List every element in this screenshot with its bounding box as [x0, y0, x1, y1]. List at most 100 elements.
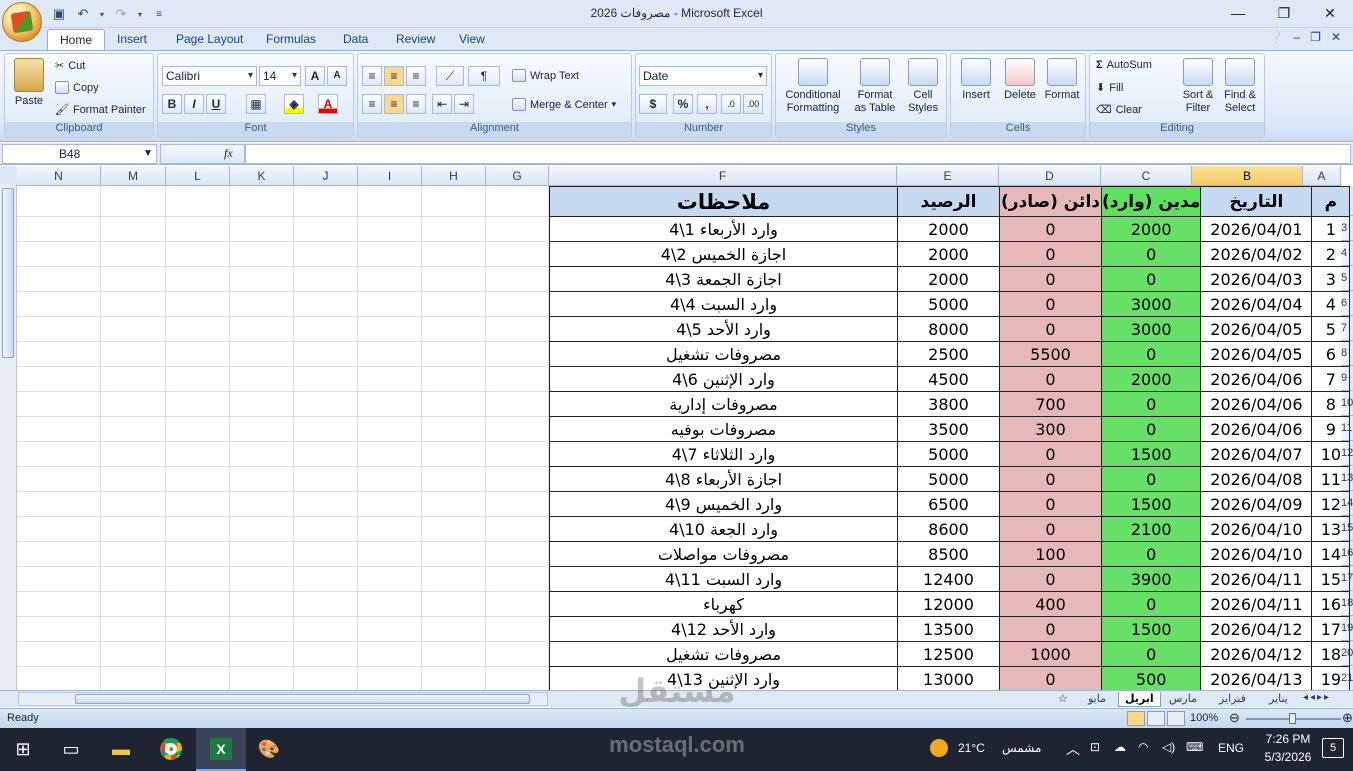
header-notes[interactable]: ملاحظات	[549, 186, 898, 217]
cell-balance[interactable]: 3800	[897, 391, 1000, 417]
zoom-in-icon[interactable]: ⊕	[1342, 710, 1353, 726]
cell-balance[interactable]: 13000	[897, 666, 1000, 691]
cell-notes[interactable]: كهرباء	[549, 591, 898, 617]
conditional-formatting-button[interactable]: Conditional Formatting	[778, 58, 848, 115]
format-cells-button[interactable]: Format	[1041, 58, 1083, 102]
cell-date[interactable]: 2026/04/03	[1200, 266, 1313, 292]
cell-credit[interactable]: 0	[999, 266, 1102, 292]
cell-debit[interactable]: 0	[1100, 466, 1202, 492]
cell-credit[interactable]: 0	[999, 616, 1102, 642]
cell-num[interactable]: 9	[1311, 416, 1351, 442]
cell-credit[interactable]: 700	[999, 391, 1102, 417]
cell-notes[interactable]: مصروفات تشغيل	[549, 341, 898, 367]
header-balance[interactable]: الرصيد	[897, 186, 1000, 217]
zoom-out-icon[interactable]: ⊖	[1229, 710, 1240, 726]
restore-button[interactable]: ❐	[1261, 0, 1307, 26]
cell-date[interactable]: 2026/04/11	[1200, 591, 1313, 617]
currency-button[interactable]: $	[639, 94, 667, 114]
cell-credit[interactable]: 400	[999, 591, 1102, 617]
cell-debit[interactable]: 500	[1100, 666, 1202, 691]
cell-credit[interactable]: 0	[999, 566, 1102, 592]
cell-balance[interactable]: 8000	[897, 316, 1000, 342]
cell-num[interactable]: 15	[1311, 566, 1351, 592]
decrease-decimal-icon[interactable]: .00	[743, 94, 763, 114]
cell-notes[interactable]: وارد الخميس 9\4	[549, 491, 898, 517]
cell-credit[interactable]: 0	[999, 516, 1102, 542]
normal-view-icon[interactable]	[1127, 711, 1145, 726]
format-as-table-button[interactable]: Format as Table	[848, 58, 902, 115]
notifications-badge[interactable]: 5	[1322, 738, 1344, 758]
cell-num[interactable]: 8	[1311, 391, 1351, 417]
cell-notes[interactable]: اجازة الخميس 2\4	[549, 241, 898, 267]
cell-balance[interactable]: 2500	[897, 341, 1000, 367]
cell-notes[interactable]: اجازة الجمعة 3\4	[549, 266, 898, 292]
comma-button[interactable]: ,	[697, 94, 717, 114]
cell-num[interactable]: 7	[1311, 366, 1351, 392]
column-header-f[interactable]: F	[549, 166, 897, 186]
column-header-j[interactable]: J	[294, 166, 358, 186]
cell-notes[interactable]: وارد الأحد 12\4	[549, 616, 898, 642]
cell-balance[interactable]: 5000	[897, 441, 1000, 467]
fill-color-icon[interactable]: ◈	[284, 94, 304, 114]
column-header-c[interactable]: C	[1101, 166, 1192, 186]
cell-debit[interactable]: 0	[1100, 266, 1202, 292]
delete-cells-button[interactable]: Delete	[999, 58, 1041, 102]
column-header-n[interactable]: N	[17, 166, 101, 186]
align-center-icon[interactable]: ≡	[384, 94, 404, 114]
task-view-icon[interactable]: ▭	[58, 736, 84, 762]
clock-time[interactable]: 7:26 PM	[1260, 732, 1316, 746]
format-painter-button[interactable]: 🖌 Format Painter	[55, 103, 146, 117]
sheet-tab-april[interactable]: ابريل	[1118, 692, 1161, 707]
weather-sun-icon[interactable]	[930, 739, 948, 757]
keyboard-icon[interactable]: ⌨	[1186, 740, 1203, 754]
minimize-button[interactable]: —	[1215, 0, 1261, 26]
tab-formulas[interactable]: Formulas	[254, 29, 328, 50]
cell-notes[interactable]: اجازة الأربعاء 8\4	[549, 466, 898, 492]
cell-balance[interactable]: 3500	[897, 416, 1000, 442]
cut-button[interactable]: ✂ Cut	[55, 59, 85, 73]
autosum-button[interactable]: Σ AutoSum	[1096, 59, 1152, 71]
cell-debit[interactable]: 0	[1100, 341, 1202, 367]
find-select-button[interactable]: Find & Select	[1218, 58, 1262, 115]
cell-date[interactable]: 2026/04/06	[1200, 366, 1313, 392]
volume-icon[interactable]: ◁)	[1162, 740, 1175, 754]
percent-button[interactable]: %	[673, 94, 693, 114]
italic-icon[interactable]: I	[184, 94, 204, 114]
help-icon[interactable]: ❔	[1269, 30, 1284, 44]
cell-debit[interactable]: 0	[1100, 391, 1202, 417]
horizontal-scroll-thumb[interactable]	[75, 694, 530, 704]
cell-balance[interactable]: 2000	[897, 216, 1000, 242]
cell-credit[interactable]: 0	[999, 241, 1102, 267]
column-header-i[interactable]: I	[358, 166, 422, 186]
page-layout-view-icon[interactable]	[1147, 711, 1165, 726]
close-button[interactable]: ✕	[1307, 0, 1353, 26]
cell-balance[interactable]: 12500	[897, 641, 1000, 667]
cell-date[interactable]: 2026/04/10	[1200, 516, 1313, 542]
cell-credit[interactable]: 0	[999, 441, 1102, 467]
column-header-d[interactable]: D	[999, 166, 1101, 186]
cell-debit[interactable]: 1500	[1100, 491, 1202, 517]
cell-notes[interactable]: مصروفات إدارية	[549, 391, 898, 417]
cell-notes[interactable]: وارد السبت 4\4	[549, 291, 898, 317]
increase-decimal-icon[interactable]: .0	[721, 94, 741, 114]
cell-debit[interactable]: 2100	[1100, 516, 1202, 542]
cell-num[interactable]: 6	[1311, 341, 1351, 367]
onedrive-icon[interactable]: ☁	[1114, 740, 1126, 754]
wrap-text-button[interactable]: Wrap Text	[512, 69, 579, 82]
cell-credit[interactable]: 100	[999, 541, 1102, 567]
cell-credit[interactable]: 0	[999, 491, 1102, 517]
input-language[interactable]: ENG	[1218, 741, 1244, 755]
cell-date[interactable]: 2026/04/04	[1200, 291, 1313, 317]
cell-date[interactable]: 2026/04/06	[1200, 391, 1313, 417]
cell-notes[interactable]: مصروفات تشغيل	[549, 641, 898, 667]
cell-debit[interactable]: 2000	[1100, 366, 1202, 392]
excel-taskbar-icon[interactable]: X	[208, 736, 234, 762]
cell-credit[interactable]: 300	[999, 416, 1102, 442]
windows-start-icon[interactable]: ⊞	[10, 736, 36, 762]
cell-notes[interactable]: مصروفات بوفيه	[549, 416, 898, 442]
insert-sheet-icon[interactable]: ☆	[1058, 692, 1068, 705]
underline-icon[interactable]: U	[206, 94, 226, 114]
cell-notes[interactable]: وارد السبت 11\4	[549, 566, 898, 592]
tab-page-layout[interactable]: Page Layout	[164, 29, 255, 50]
shrink-font-icon[interactable]: A	[327, 66, 347, 86]
